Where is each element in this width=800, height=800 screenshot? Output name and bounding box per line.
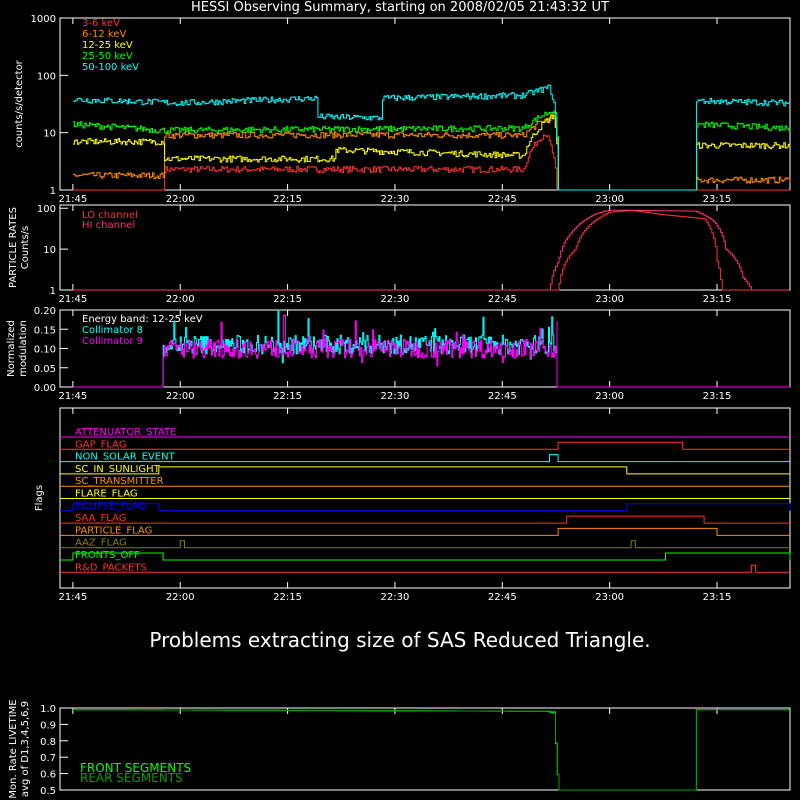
particle-panel-xtick-label: 21:45: [58, 294, 87, 305]
flag-label-1: GAP_FLAG: [75, 439, 127, 450]
modulation-ytick-label: 0.00: [34, 383, 56, 394]
modulation-panel-xtick-label: 23:00: [595, 391, 624, 402]
modulation-legend-0: Collimator 8: [82, 325, 143, 336]
particle-ytick-label: 100: [37, 204, 56, 215]
modulation-ytick-label: 0.05: [34, 364, 56, 375]
count-ytick-label: 1000: [31, 14, 56, 25]
flag-label-5: FLARE_FLAG: [75, 489, 138, 500]
count-panel-xtick-label: 23:00: [595, 194, 624, 205]
flag-line-9: [60, 540, 790, 549]
modulation-panel-xtick-label: 22:30: [381, 391, 410, 402]
particle-panel-xtick-label: 23:15: [703, 294, 732, 305]
count-series-1: [72, 112, 791, 191]
count-series-0: [72, 134, 790, 191]
status-message: Problems extracting size of SAS Reduced …: [149, 628, 651, 652]
particle-panel-xtick-label: 22:30: [381, 294, 410, 305]
modulation-annotation: Energy band: 12-25 keV: [82, 314, 203, 325]
livetime-ytick-label: 0.8: [40, 737, 56, 748]
count-ytick-label: 10: [43, 129, 56, 140]
particle-panel-xtick-label: 23:00: [595, 294, 624, 305]
particle-panel-xtick-label: 22:00: [166, 294, 195, 305]
modulation-legend-1: Collimator 9: [82, 336, 143, 347]
modulation-panel-xtick-label: 23:15: [703, 391, 732, 402]
modulation-panel-xtick-label: 21:45: [58, 391, 87, 402]
flags-panel-xtick-label: 21:45: [58, 592, 87, 603]
livetime-ytick-label: 0.7: [40, 753, 56, 764]
particle-series-0: [72, 210, 790, 291]
flag-label-0: ATTENUATOR_STATE: [75, 427, 176, 438]
particle-series-1: [72, 209, 790, 291]
count-panel-xtick-label: 23:15: [703, 194, 732, 205]
flag-line-10: [60, 552, 791, 561]
livetime-ytick-label: 0.9: [40, 720, 56, 731]
modulation-panel-xtick-label: 22:15: [273, 391, 302, 402]
count-legend-0: 3-6 keV: [82, 18, 120, 29]
count-panel-xtick-label: 22:45: [488, 194, 517, 205]
flag-line-6: [60, 503, 791, 512]
flag-label-2: NON_SOLAR_EVENT: [75, 452, 176, 463]
livetime-ytick-label: 1.0: [40, 704, 56, 715]
livetime-ytick-label: 0.6: [40, 770, 56, 781]
count-panel-xtick-label: 22:00: [166, 194, 195, 205]
flag-label-6: ECLIPSE_FLAG: [75, 501, 146, 512]
flag-label-10: FRONTS_OFF: [75, 550, 140, 561]
livetime-ytick-label: 0.5: [40, 786, 56, 797]
count-legend-1: 6-12 keV: [82, 29, 126, 40]
count-ytick-label: 1: [50, 186, 56, 197]
flag-line-8: [60, 527, 790, 536]
modulation-ytick-label: 0.20: [34, 306, 56, 317]
flag-label-11: R&D_PACKETS: [75, 562, 147, 573]
particle-panel-xtick-label: 22:45: [488, 294, 517, 305]
count-legend-3: 25-50 keV: [82, 51, 133, 62]
flags-panel-xtick-label: 22:00: [166, 592, 195, 603]
flag-label-3: SC_IN_SUNLIGHT: [75, 464, 161, 475]
particle-panel-xtick-label: 22:15: [273, 294, 302, 305]
flag-line-7: [60, 515, 790, 524]
particle-ytick-label: 10: [43, 245, 56, 256]
flags-panel-xtick-label: 22:30: [381, 592, 410, 603]
flag-label-9: AAZ_FLAG: [75, 538, 127, 549]
count-legend-4: 50-100 keV: [82, 62, 139, 73]
modulation-ylabel-2: modulation: [18, 320, 29, 377]
flags-panel-xtick-label: 22:45: [488, 592, 517, 603]
modulation-panel-xtick-label: 22:00: [166, 391, 195, 402]
flag-line-1: [60, 441, 790, 450]
livetime-ylabel: Mon. Rate LIVETIME: [8, 699, 19, 798]
count-legend-2: 12-25 keV: [82, 40, 133, 51]
modulation-panel-xtick-label: 22:45: [488, 391, 517, 402]
count-panel-xtick-label: 22:30: [381, 194, 410, 205]
flag-label-8: PARTICLE_FLAG: [75, 525, 152, 536]
flags-ylabel: Flags: [34, 485, 45, 511]
count-panel-xtick-label: 22:15: [273, 194, 302, 205]
modulation-ytick-label: 0.10: [34, 345, 56, 356]
particle-ylabel-unit: Counts/s: [20, 226, 31, 270]
flag-label-7: SAA_FLAG: [75, 513, 126, 524]
modulation-ylabel: Normalized: [6, 320, 17, 377]
particle-ytick-label: 1: [50, 286, 56, 297]
count-ytick-label: 100: [37, 71, 56, 82]
flag-line-3: [60, 466, 790, 475]
flags-panel-xtick-label: 23:15: [703, 592, 732, 603]
flag-line-11: [60, 564, 790, 573]
count-series-2: [72, 114, 791, 191]
count-ylabel: counts/s/detector: [14, 59, 25, 147]
flags-panel-xtick-label: 23:00: [595, 592, 624, 603]
flags-panel-xtick-label: 22:15: [273, 592, 302, 603]
count-panel-xtick-label: 21:45: [58, 194, 87, 205]
livetime-legend-1: REAR SEGMENTS: [80, 771, 183, 785]
particle-panel-frame: [59, 204, 791, 291]
livetime-ylabel-2: avg of D1,3,4,5,6,9: [20, 701, 31, 797]
particle-legend-1: HI channel: [82, 220, 135, 231]
flag-label-4: SC_TRANSMITTER: [75, 476, 164, 487]
particle-ylabel: PARTICLE RATES: [8, 207, 19, 288]
modulation-ytick-label: 0.15: [34, 325, 56, 336]
summary-plot: 21:45 22:00 22:15 22:30 22:45 23:00 23:1511010…: [6, 14, 791, 799]
